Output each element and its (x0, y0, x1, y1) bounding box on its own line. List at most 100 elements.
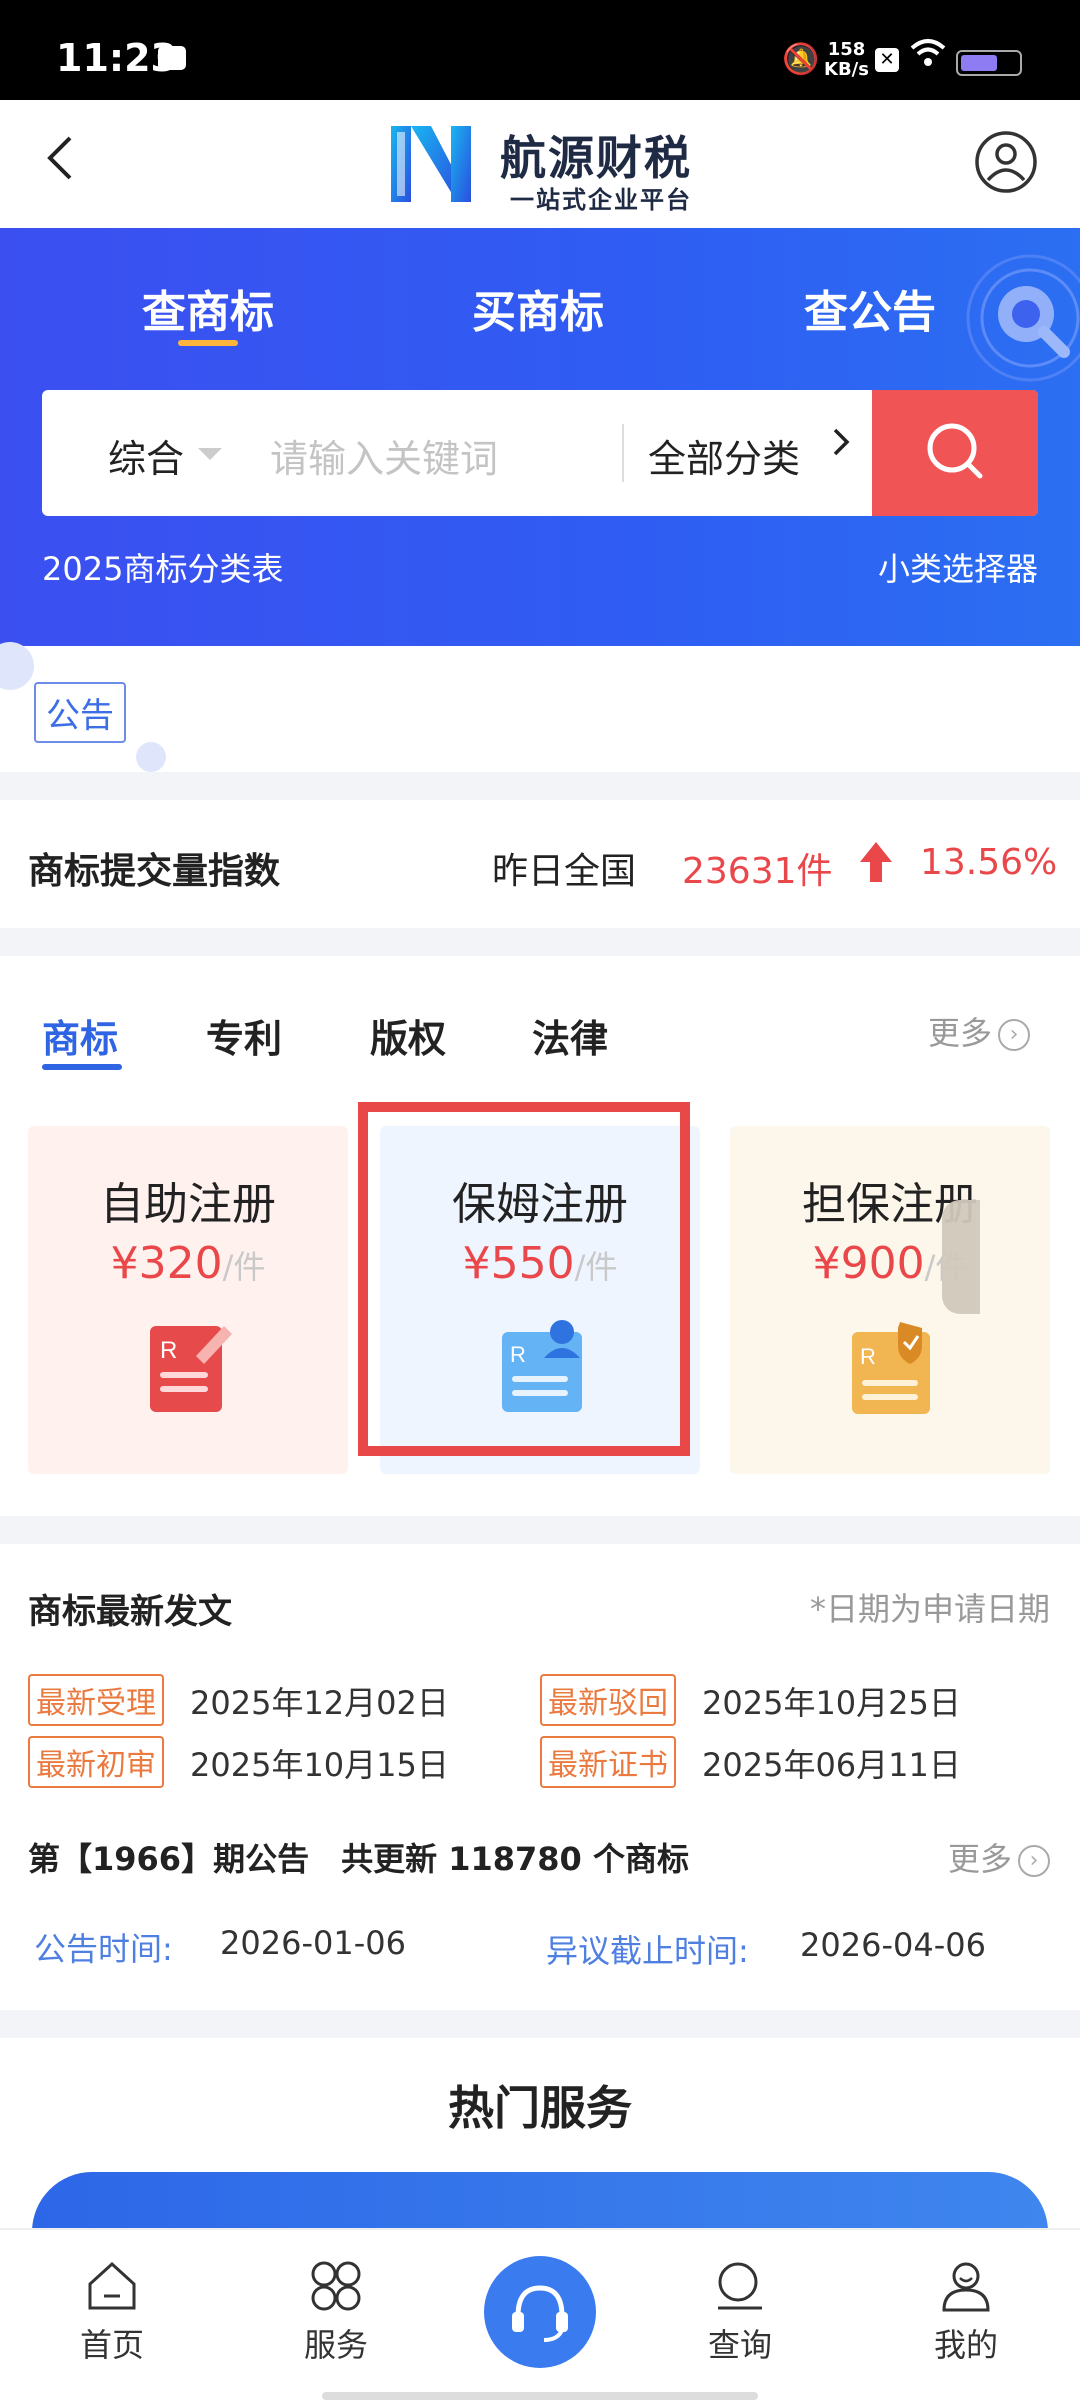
card-title: 自助注册 (100, 1179, 276, 1230)
tab-buy-trademark[interactable]: 买商标 (472, 276, 604, 340)
date-latest-rejected: 2025年10月25日 (702, 1684, 961, 1722)
search-button[interactable] (872, 390, 1038, 516)
tab-legal[interactable]: 法律 (532, 1008, 608, 1063)
classification-table-link[interactable]: 2025商标分类表 (42, 544, 283, 590)
chevron-right-circle-icon: › (998, 1019, 1031, 1051)
active-tab-indicator (42, 1064, 122, 1070)
bell-muted-icon: 🔕 (782, 42, 820, 77)
price-unit: /件 (222, 1248, 266, 1286)
date-latest-preliminary: 2025年10月15日 (190, 1746, 449, 1784)
decorative-dot (0, 642, 34, 690)
card-price: ¥320/件 (28, 1238, 348, 1289)
price-value: ¥900 (812, 1238, 925, 1289)
tab-search-announcement[interactable]: 查公告 (804, 276, 936, 340)
trademark-pen-icon: R (150, 1326, 232, 1412)
section-title: 热门服务 (448, 2081, 632, 2135)
decorative-dot (136, 742, 166, 772)
latest-documents: 商标最新发文 *日期为申请日期 最新受理 2025年12月02日 最新驳回 20… (0, 1544, 1080, 2010)
chevron-left-icon (47, 136, 72, 180)
price-value: ¥320 (110, 1238, 223, 1289)
nav-query[interactable]: 查询 (680, 2256, 800, 2366)
index-label: 昨日全国 (492, 851, 637, 892)
app-header: 航源财税 一站式企业平台 (0, 100, 1080, 228)
hot-services: 热门服务 (0, 2038, 1080, 2312)
search-type-select[interactable]: 综合 (108, 428, 184, 483)
app-notification-icon: ✕ (875, 48, 899, 72)
objection-deadline-label: 异议截止时间: (546, 1932, 749, 1970)
more-link[interactable]: 更多 › (928, 1008, 1031, 1054)
status-bar: 11:23 🔕 158 KB/s ✕ (0, 0, 1080, 100)
announcement-period: 第【1966】期公告 共更新 118780 个商标 (28, 1840, 689, 1878)
network-speed: 158 KB/s (824, 40, 869, 80)
date-note: *日期为申请日期 (809, 1590, 1050, 1628)
selection-highlight (358, 1102, 690, 1456)
card-price: ¥900/件 (730, 1238, 1050, 1289)
tab-patent[interactable]: 专利 (206, 1008, 282, 1063)
svg-text:R: R (860, 1344, 876, 1369)
svg-text:R: R (160, 1337, 177, 1364)
trademark-index-bar: 商标提交量指数 昨日全国 23631件 13.56% (0, 800, 1080, 928)
chevron-right-circle-icon: › (1018, 1845, 1050, 1877)
search-icon (927, 423, 983, 479)
nav-label: 首页 (79, 2326, 144, 2364)
more-link[interactable]: 更多 › (948, 1834, 1050, 1880)
nav-label: 服务 (303, 2326, 368, 2364)
net-speed-value: 158 (827, 39, 866, 60)
services-grid-icon (311, 2261, 361, 2311)
nav-services[interactable]: 服务 (276, 2256, 396, 2366)
nav-label: 查询 (707, 2326, 772, 2364)
nav-label: 我的 (933, 2326, 998, 2364)
message-notification-icon (158, 46, 186, 70)
tab-trademark[interactable]: 商标 (42, 1008, 118, 1063)
chevron-right-icon (827, 420, 855, 475)
tag-latest-preliminary[interactable]: 最新初审 (28, 1736, 164, 1788)
service-card-guarantee-register[interactable]: 担保注册 ¥900/件 R (730, 1126, 1050, 1474)
nav-mine[interactable]: 我的 (906, 2256, 1026, 2366)
publish-time-value: 2026-01-06 (220, 1924, 406, 1962)
customer-service-button[interactable] (484, 2256, 596, 2368)
home-icon (88, 2261, 136, 2310)
brand-tagline: 一站式企业平台 (510, 186, 692, 214)
index-count: 23631件 (682, 851, 833, 892)
active-tab-indicator (178, 340, 238, 346)
battery-icon (956, 50, 1022, 76)
card-title: 担保注册 (802, 1179, 978, 1230)
section-title: 商标最新发文 (28, 1592, 232, 1632)
headset-icon (512, 2285, 568, 2342)
tab-copyright[interactable]: 版权 (370, 1008, 446, 1063)
tab-search-trademark[interactable]: 查商标 (142, 276, 274, 340)
wifi-icon (910, 38, 946, 76)
search-bar: 综合 请输入关键词 全部分类 (42, 390, 1038, 516)
arrow-up-icon (860, 842, 892, 882)
notice-badge[interactable]: 公告 (34, 682, 126, 743)
notice-strip: 公告 (0, 642, 1080, 772)
search-hero: 查商标 买商标 查公告 综合 请输入关键词 全部分类 2025商标分类表 小类选… (0, 228, 1080, 646)
search-input[interactable]: 请输入关键词 (270, 428, 498, 483)
back-button[interactable] (40, 130, 100, 190)
tag-latest-accepted[interactable]: 最新受理 (28, 1674, 164, 1726)
user-profile-icon[interactable] (974, 130, 1038, 194)
subclass-selector-link[interactable]: 小类选择器 (878, 544, 1038, 590)
more-label: 更多 (928, 1014, 993, 1052)
brand-logo-icon (391, 126, 471, 202)
nav-home[interactable]: 首页 (52, 2256, 172, 2366)
date-latest-certificate: 2025年06月11日 (702, 1746, 961, 1784)
home-indicator (322, 2392, 758, 2400)
index-title: 商标提交量指数 (28, 851, 281, 892)
trademark-shield-icon: R (852, 1322, 930, 1414)
user-icon (942, 2262, 990, 2312)
floating-side-handle[interactable] (942, 1200, 980, 1314)
objection-deadline-value: 2026-04-06 (800, 1926, 986, 1964)
caret-down-icon (198, 448, 222, 460)
net-speed-unit: KB/s (824, 59, 869, 80)
magnifier-decoration-icon (966, 254, 1080, 382)
index-percent: 13.56% (920, 842, 1058, 883)
category-select[interactable]: 全部分类 (648, 428, 800, 483)
service-card-self-register[interactable]: 自助注册 ¥320/件 R (28, 1126, 348, 1474)
tag-latest-certificate[interactable]: 最新证书 (540, 1736, 676, 1788)
brand-name: 航源财税 (500, 131, 692, 185)
publish-time-label: 公告时间: (34, 1930, 173, 1968)
tag-latest-rejected[interactable]: 最新驳回 (540, 1674, 676, 1726)
bottom-navigation: 首页 服务 查询 我的 (0, 2228, 1080, 2408)
date-latest-accepted: 2025年12月02日 (190, 1684, 449, 1722)
